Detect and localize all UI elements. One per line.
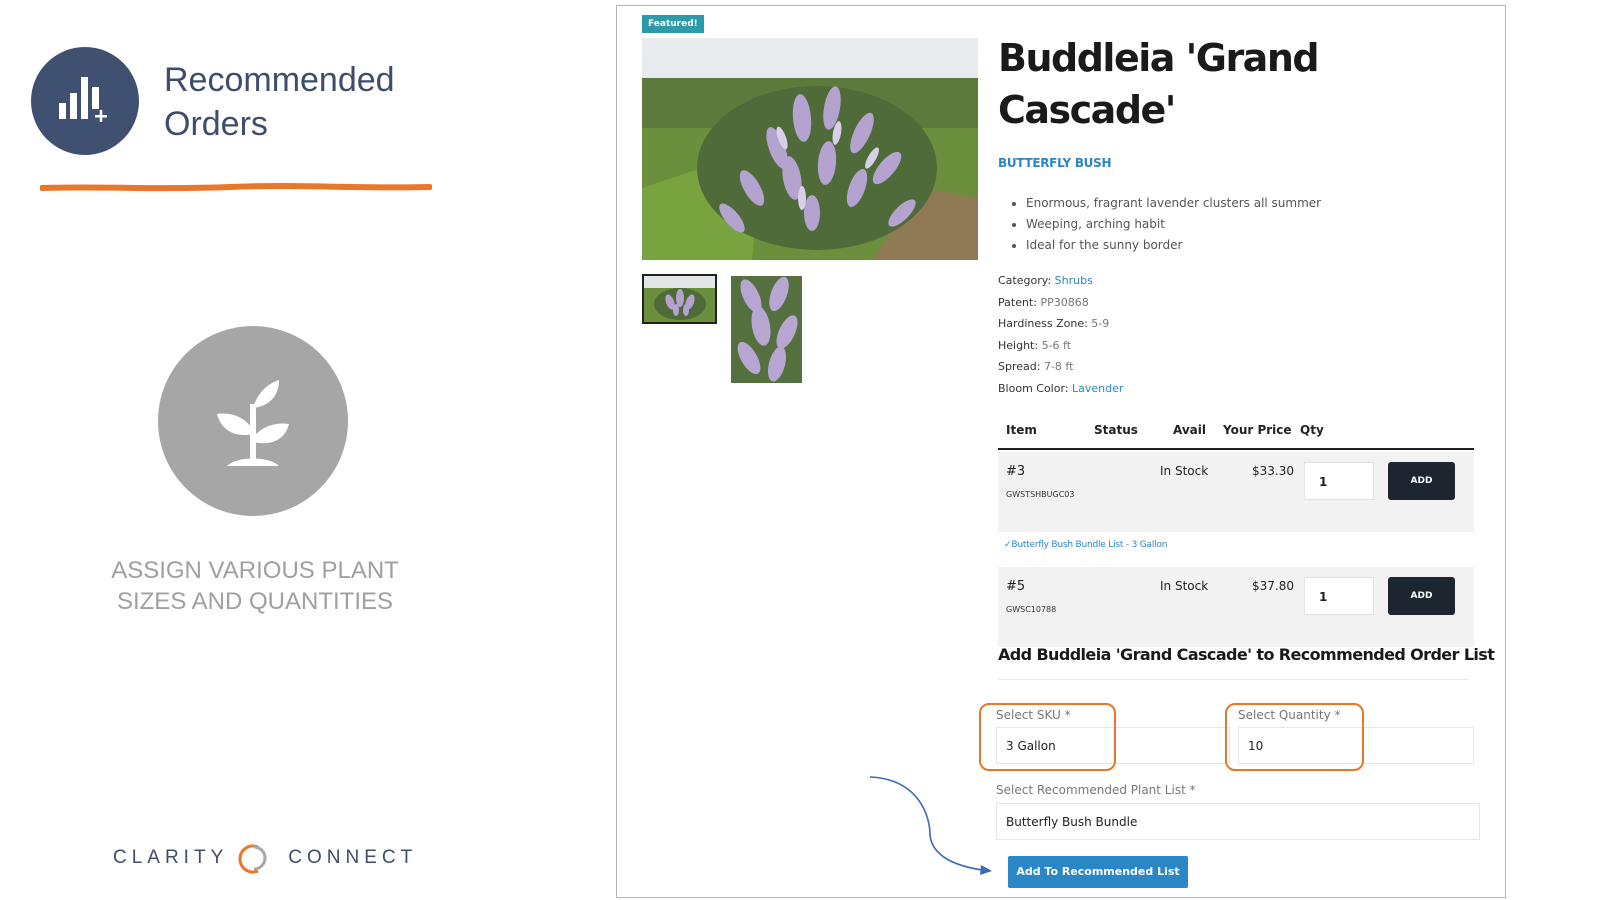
item-number: #3 xyxy=(1006,464,1026,479)
item-availability: In Stock xyxy=(1160,464,1209,478)
spec-spread: Spread: 7-8 ft xyxy=(998,360,1074,373)
featured-badge: Featured! xyxy=(642,15,704,33)
spec-bloom-color: Bloom Color: Lavender xyxy=(998,381,1124,395)
add-to-recommended-list-button[interactable]: Add To Recommended List xyxy=(1008,856,1188,888)
col-qty: Qty xyxy=(1300,423,1324,437)
clarity-connect-logo: CLARITY CONNECT xyxy=(113,838,417,878)
spec-zone: Hardiness Zone: 5-9 xyxy=(998,317,1110,330)
add-to-cart-button[interactable]: ADD xyxy=(1388,577,1455,615)
sku-table-header: Item Status Avail Your Price Qty xyxy=(998,420,1474,450)
plant-list-select[interactable]: Butterfly Bush Bundle xyxy=(996,803,1480,840)
feature-item: Weeping, arching habit xyxy=(1026,214,1321,235)
slide-title: Recommended Orders xyxy=(164,61,395,143)
plant-list-label: Select Recommended Plant List * xyxy=(996,783,1196,797)
plant-icon-circle xyxy=(158,326,348,516)
add-to-cart-button[interactable]: ADD xyxy=(1388,462,1455,500)
spec-height: Height: 5-6 ft xyxy=(998,338,1072,352)
quantity-input[interactable]: 1 xyxy=(1304,462,1374,500)
product-main-image xyxy=(642,38,978,260)
quantity-highlight-box xyxy=(1225,703,1364,771)
bundle-note[interactable]: ✓Butterfly Bush Bundle List - 3 Gallon xyxy=(1004,540,1167,550)
table-row: #3 GWSTSHBUGC03 In Stock $33.30 1 ADD xyxy=(998,452,1474,532)
sku-highlight-box xyxy=(979,703,1116,771)
spec-patent: Patent: PP30868 xyxy=(998,295,1089,309)
col-price: Your Price xyxy=(1223,423,1292,437)
feature-item: Enormous, fragrant lavender clusters all… xyxy=(1026,193,1321,214)
orange-underline xyxy=(40,183,432,192)
recommend-form-title: Add Buddleia 'Grand Cascade' to Recommen… xyxy=(998,645,1495,664)
slide-caption: ASSIGN VARIOUS PLANT SIZES AND QUANTITIE… xyxy=(111,557,399,615)
item-number: #5 xyxy=(1006,579,1026,594)
feature-item: Ideal for the sunny border xyxy=(1026,235,1321,256)
product-specs: Category: Shrubs Patent: PP30868 Hardine… xyxy=(998,270,1123,399)
category-link[interactable]: Shrubs xyxy=(1055,274,1093,287)
quantity-input[interactable]: 1 xyxy=(1304,577,1374,615)
product-thumbnail-1[interactable] xyxy=(642,274,717,324)
product-thumbnail-2[interactable] xyxy=(731,276,802,383)
seedling-icon xyxy=(217,380,289,466)
item-availability: In Stock xyxy=(1160,579,1209,593)
pointer-arrow xyxy=(869,776,992,875)
item-sku: GWSTSHBUGC03 xyxy=(1006,490,1075,499)
col-avail: Avail xyxy=(1173,423,1207,437)
item-price: $33.30 xyxy=(1252,464,1294,478)
item-price: $37.80 xyxy=(1252,579,1294,593)
recommended-orders-icon xyxy=(31,47,139,155)
divider xyxy=(998,679,1468,680)
feature-list: Enormous, fragrant lavender clusters all… xyxy=(1012,193,1321,256)
col-status: Status xyxy=(1094,423,1138,437)
product-common-name: BUTTERFLY BUSH xyxy=(998,156,1112,170)
spec-category: Category: Shrubs xyxy=(998,274,1093,287)
col-item: Item xyxy=(1006,423,1037,437)
product-title: Buddleia 'Grand Cascade' xyxy=(998,36,1320,132)
item-sku: GWSC10788 xyxy=(1006,605,1057,614)
bloom-color-link[interactable]: Lavender xyxy=(1072,382,1123,395)
table-row: #5 GWSC10788 In Stock $37.80 1 ADD xyxy=(998,567,1474,647)
